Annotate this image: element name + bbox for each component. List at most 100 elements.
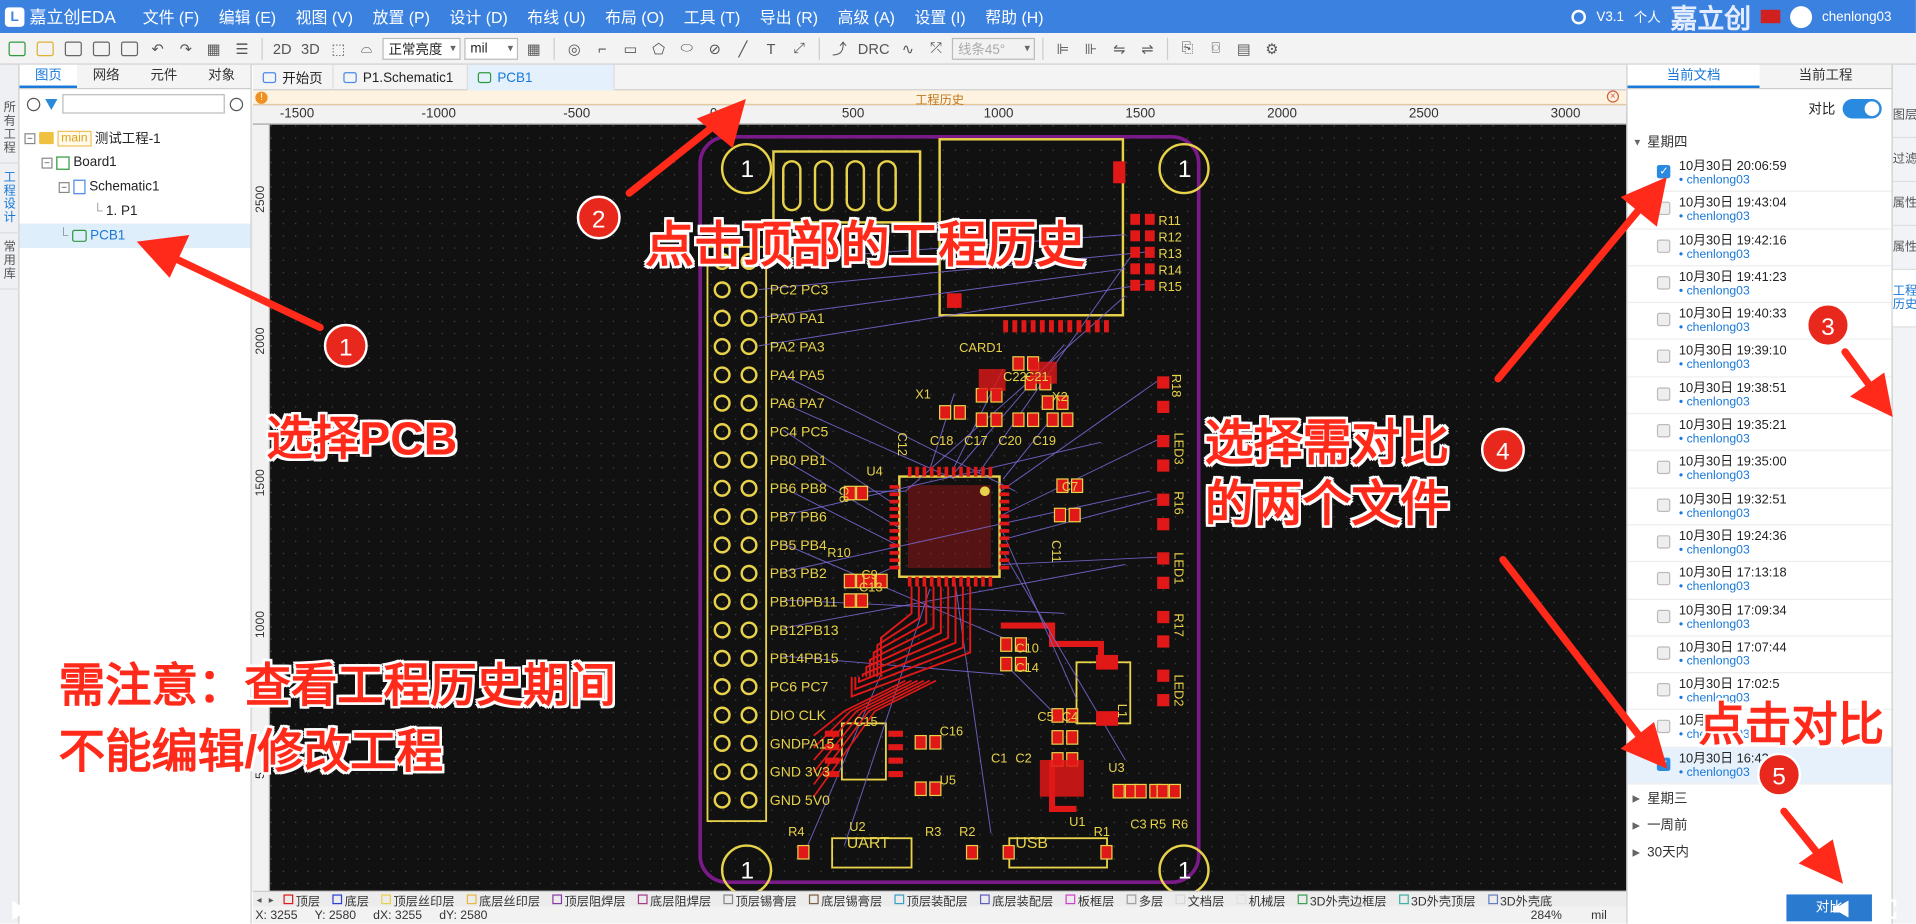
rail-tab-properties-2[interactable]: 属性 xyxy=(1892,226,1916,271)
tree-node-pcb[interactable]: └ PCB1 xyxy=(19,223,251,249)
tree-search-input[interactable] xyxy=(62,94,225,114)
menu-file[interactable]: 文件 (F) xyxy=(133,5,209,28)
tree-node-schematic[interactable]: − Schematic1 xyxy=(20,175,251,199)
menu-place[interactable]: 放置 (P) xyxy=(363,5,440,28)
history-item[interactable]: 10月30日 20:06:59chenlong03 xyxy=(1627,155,1892,193)
tab-components[interactable]: 元件 xyxy=(135,65,193,88)
save-icon[interactable] xyxy=(61,36,85,60)
history-item[interactable]: 10月30日 17:09:34chenlong03 xyxy=(1627,599,1892,637)
history-checkbox[interactable] xyxy=(1656,572,1671,586)
dimension-icon[interactable]: ⤢ xyxy=(787,36,811,60)
close-icon[interactable]: × xyxy=(1606,90,1620,103)
menu-settings[interactable]: 设置 (I) xyxy=(905,5,976,28)
rect-icon[interactable]: ▭ xyxy=(618,36,642,60)
menu-export[interactable]: 导出 (R) xyxy=(750,5,828,28)
menu-advanced[interactable]: 高级 (A) xyxy=(828,5,905,28)
zoom-fit-icon[interactable]: ⬚ xyxy=(326,36,350,60)
distribute-icon[interactable]: ⊪ xyxy=(1079,36,1103,60)
align-icon[interactable]: ☰ xyxy=(230,36,254,60)
menu-tools[interactable]: 工具 (T) xyxy=(674,5,750,28)
user-name[interactable]: chenlong03 xyxy=(1822,9,1892,24)
line-angle-select[interactable]: 线条45° xyxy=(951,37,1035,60)
history-item[interactable]: 10月30日 19:41:23chenlong03 xyxy=(1627,266,1892,304)
search-icon[interactable] xyxy=(26,97,41,111)
view-2d-button[interactable]: 2D xyxy=(270,36,294,60)
filter-icon[interactable] xyxy=(45,98,58,110)
rail-tab-project-history[interactable]: 工程历史 xyxy=(1892,270,1916,328)
group-30-days[interactable]: ▶ 30天内 xyxy=(1628,838,1892,865)
tab-start-page[interactable]: 开始页 xyxy=(253,64,334,91)
history-checkbox[interactable] xyxy=(1656,238,1671,253)
flip-icon[interactable]: ⇋ xyxy=(1107,36,1131,60)
rail-tab-all-projects[interactable]: 所有工程 xyxy=(0,94,20,164)
history-item[interactable]: 10月30日 19:35:21chenlong03 xyxy=(1627,414,1892,452)
history-item[interactable]: 10月30日 17:07:44chenlong03 xyxy=(1627,636,1892,674)
circle-icon[interactable]: ⊘ xyxy=(703,36,727,60)
history-checkbox[interactable] xyxy=(1656,350,1671,364)
history-checkbox[interactable] xyxy=(1656,276,1671,290)
personal-label[interactable]: 个人 xyxy=(1634,7,1661,27)
save-all-icon[interactable] xyxy=(89,36,113,60)
history-item[interactable]: 10月30日 19:35:00chenlong03 xyxy=(1627,451,1892,489)
group-last-week[interactable]: ▶ 一周前 xyxy=(1628,811,1892,838)
tree-node-page[interactable]: └ 1. P1 xyxy=(20,199,251,223)
history-checkbox[interactable] xyxy=(1656,646,1671,660)
brightness-icon[interactable]: ⌓ xyxy=(354,36,378,60)
wire-icon[interactable]: ⌐ xyxy=(590,36,614,60)
menu-design[interactable]: 设计 (D) xyxy=(440,5,518,28)
group-thursday[interactable]: ▼ 星期四 xyxy=(1628,128,1892,155)
rail-tab-layers[interactable]: 图层 xyxy=(1892,94,1916,139)
history-checkbox[interactable] xyxy=(1656,201,1671,216)
tab-current-project[interactable]: 当前工程 xyxy=(1759,64,1892,88)
history-checkbox[interactable] xyxy=(1656,424,1671,438)
tab-pages[interactable]: 图页 xyxy=(19,64,78,88)
history-checkbox[interactable] xyxy=(1656,609,1671,623)
tree-node-project[interactable]: − main 测试工程-1 xyxy=(20,126,251,150)
history-item[interactable]: 10月30日 19:40:33chenlong03 xyxy=(1627,303,1892,341)
tab-nets[interactable]: 网络 xyxy=(77,65,135,88)
group-wednesday[interactable]: ▶ 星期三 xyxy=(1628,785,1892,812)
unit-select[interactable]: mil xyxy=(464,37,519,60)
new-icon[interactable] xyxy=(5,36,29,60)
history-item[interactable]: 10月30日 19:39:10chenlong03 xyxy=(1627,340,1892,378)
menu-route[interactable]: 布线 (U) xyxy=(518,5,596,28)
history-checkbox[interactable] xyxy=(1656,461,1671,475)
fanout-icon[interactable]: ⤱ xyxy=(924,36,948,60)
polygon-icon[interactable]: ⬠ xyxy=(646,36,670,60)
gear-icon[interactable]: ⚙ xyxy=(1260,36,1284,60)
compare-toggle[interactable] xyxy=(1842,98,1882,119)
history-checkbox[interactable] xyxy=(1656,757,1671,771)
bom-icon[interactable]: ▤ xyxy=(1232,36,1256,60)
line-icon[interactable]: ╱ xyxy=(731,36,755,60)
menu-layout[interactable]: 布局 (O) xyxy=(595,5,674,28)
menu-edit[interactable]: 编辑 (E) xyxy=(209,5,286,28)
redo-icon[interactable]: ↷ xyxy=(174,36,198,60)
rail-tab-project-design[interactable]: 工程设计 xyxy=(0,164,20,234)
drc-button[interactable]: DRC xyxy=(855,36,892,60)
collapse-icon[interactable]: − xyxy=(24,132,36,144)
route-icon[interactable]: ⤴ xyxy=(827,36,851,60)
via-icon[interactable]: ∿ xyxy=(896,36,920,60)
grid-icon[interactable]: ▦ xyxy=(202,36,226,60)
search-icon[interactable] xyxy=(1571,9,1587,24)
menu-view[interactable]: 视图 (V) xyxy=(286,5,363,28)
tab-current-document[interactable]: 当前文档 xyxy=(1627,64,1760,88)
history-item[interactable]: 10月30日 19:42:16chenlong03 xyxy=(1627,229,1892,267)
tree-node-board[interactable]: − Board1 xyxy=(20,150,251,174)
rail-tab-properties[interactable]: 属性 xyxy=(1892,182,1916,227)
tab-schematic[interactable]: P1.Schematic1 xyxy=(334,64,468,91)
tab-pcb[interactable]: PCB1 xyxy=(467,64,615,91)
text-icon[interactable]: T xyxy=(759,36,783,60)
import-icon[interactable]: ⎘ xyxy=(1175,36,1199,60)
history-checkbox[interactable] xyxy=(1656,683,1671,697)
align-left-icon[interactable]: ⊫ xyxy=(1051,36,1075,60)
history-item[interactable]: 10月30日 19:24:36chenlong03 xyxy=(1627,525,1892,563)
play-icon[interactable] xyxy=(12,900,29,921)
pin-icon[interactable]: ◎ xyxy=(562,36,586,60)
history-checkbox[interactable] xyxy=(1656,387,1671,401)
history-item[interactable]: 10月30日 17:13:18chenlong03 xyxy=(1627,562,1892,600)
history-item[interactable]: 10月30日 19:38:51chenlong03 xyxy=(1627,377,1892,415)
grid-toggle-icon[interactable]: ▦ xyxy=(522,36,546,60)
volume-icon[interactable] xyxy=(1832,900,1849,918)
rail-tab-filter[interactable]: 过滤 xyxy=(1892,138,1916,183)
